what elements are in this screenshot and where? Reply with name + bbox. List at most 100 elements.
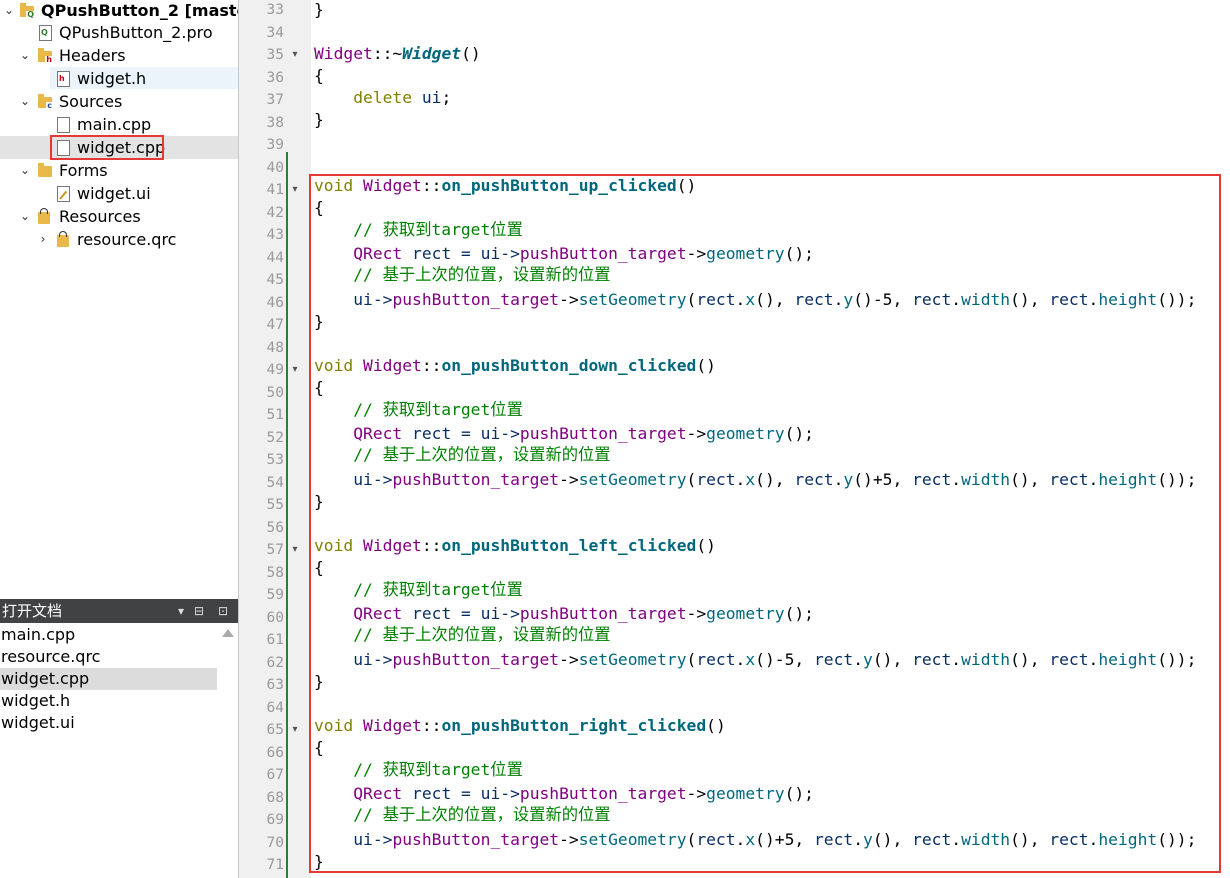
tree-item-project[interactable]: ⌄ Q QPushButton_2 [master] <box>0 0 263 22</box>
header-file-icon: h <box>57 71 70 87</box>
open-doc-item[interactable]: widget.ui <box>0 712 217 734</box>
open-documents-panel: 打开文档 ▾ ⊟ ⊡ main.cpp resource.qrc widget.… <box>0 599 238 878</box>
line-number: 37 <box>266 92 284 108</box>
tree-item-label: resource.qrc <box>77 230 177 249</box>
tree-item-label: Sources <box>59 92 123 111</box>
tree-item-widget-ui[interactable]: widget.ui <box>0 182 238 205</box>
line-number: 55 <box>266 497 284 513</box>
tree-item-sources[interactable]: ⌄ c Sources <box>0 90 238 113</box>
pro-folder-icon: Q <box>20 3 35 19</box>
open-documents-title: 打开文档 <box>2 602 63 620</box>
line-number: 71 <box>266 857 284 873</box>
code-token: } <box>314 0 324 19</box>
tree-item-label: Headers <box>59 46 126 65</box>
project-tree: ⌄ Q QPushButton_2 [master] Q QPushButton… <box>0 0 263 598</box>
chevron-right-icon[interactable]: › <box>36 228 50 251</box>
ui-file-icon <box>57 186 70 202</box>
fold-arrow-icon[interactable]: ▾ <box>290 179 300 201</box>
dropdown-arrow-icon[interactable]: ▾ <box>178 599 184 623</box>
chevron-down-icon[interactable]: ⌄ <box>18 44 32 67</box>
line-number: 60 <box>266 609 284 626</box>
tree-item-label: QPushButton_2 [master] <box>41 1 263 20</box>
open-doc-item[interactable]: resource.qrc <box>0 646 217 668</box>
fold-arrow-icon[interactable]: ▾ <box>290 539 300 561</box>
line-number: 34 <box>266 24 284 41</box>
tree-item-headers[interactable]: ⌄ h Headers <box>0 44 238 67</box>
chevron-down-icon[interactable]: ⌄ <box>18 205 32 228</box>
line-number: 35 <box>266 47 284 63</box>
tree-item-label: widget.h <box>77 69 147 88</box>
line-number: 61 <box>266 632 284 648</box>
line-number: 64 <box>266 699 284 716</box>
line-number: 63 <box>266 677 284 693</box>
headers-folder-icon: h <box>38 48 53 64</box>
code-line: Widget::~Widget() <box>314 43 481 65</box>
line-number: 44 <box>266 249 284 266</box>
line-number: 70 <box>266 834 284 851</box>
line-number: 50 <box>266 384 284 401</box>
tree-item-label: Resources <box>59 207 141 226</box>
line-number: 62 <box>266 654 284 671</box>
chevron-down-icon[interactable]: ⌄ <box>18 159 32 182</box>
line-number: 52 <box>266 429 284 446</box>
tree-item-label: widget.ui <box>77 184 151 203</box>
code-token: { <box>314 66 324 85</box>
open-doc-item[interactable]: widget.h <box>0 690 217 712</box>
open-doc-item[interactable]: main.cpp <box>0 624 217 646</box>
left-panel: ⌄ Q QPushButton_2 [master] Q QPushButton… <box>0 0 263 878</box>
line-number: 38 <box>266 114 284 131</box>
line-number-gutter: 33 34 35 ▾ 36 37 38 39 40 41 ▾ 42 43 44 45 46 47 48 49 ▾ 50 5… <box>239 0 311 878</box>
code-line: { <box>314 65 324 87</box>
qrc-file-icon <box>57 231 69 247</box>
line-number: 53 <box>266 452 284 468</box>
code-token: Widget <box>314 44 373 63</box>
cpp-file-icon <box>57 117 70 133</box>
open-documents-scrollbar[interactable] <box>217 623 238 878</box>
tree-item-label: QPushButton_2.pro <box>59 23 213 42</box>
line-number: 43 <box>266 227 284 243</box>
code-token: ; <box>441 88 452 107</box>
code-line: delete ui; <box>314 87 451 109</box>
line-number: 65 <box>266 722 284 738</box>
forms-folder-icon <box>38 163 52 177</box>
line-number: 54 <box>266 474 284 491</box>
fold-arrow-icon[interactable]: ▾ <box>290 719 300 741</box>
tree-item-main-cpp[interactable]: main.cpp <box>0 113 238 136</box>
chevron-down-icon[interactable]: ⌄ <box>2 0 16 22</box>
line-number: 48 <box>266 339 284 356</box>
tree-item-resources[interactable]: ⌄ Resources <box>0 205 238 228</box>
line-number: 45 <box>266 272 284 288</box>
open-doc-item[interactable]: widget.cpp <box>0 668 217 690</box>
line-number: 33 <box>266 2 284 18</box>
tree-item-pro-file[interactable]: Q QPushButton_2.pro <box>0 21 238 44</box>
code-token: Widget <box>402 44 462 63</box>
tree-item-label: main.cpp <box>77 115 152 134</box>
scroll-up-icon[interactable] <box>222 629 234 637</box>
line-number: 68 <box>266 789 284 806</box>
line-number: 59 <box>266 587 284 603</box>
fold-arrow-icon[interactable]: ▾ <box>290 359 300 381</box>
code-token: ui <box>421 88 442 107</box>
split-icon[interactable]: ⊟ <box>194 599 204 623</box>
code-token: () <box>461 44 481 63</box>
selection-highlight-box <box>50 135 164 160</box>
sources-folder-icon: c <box>38 94 53 110</box>
tree-item-forms[interactable]: ⌄ Forms <box>0 159 238 182</box>
line-number: 41 <box>266 182 284 198</box>
line-number: 40 <box>266 159 284 176</box>
tree-item-resource-qrc[interactable]: › resource.qrc <box>0 228 238 251</box>
code-highlight-box <box>309 174 1221 873</box>
line-number: 39 <box>266 137 284 153</box>
open-documents-header: 打开文档 ▾ ⊟ ⊡ <box>0 599 238 623</box>
code-line: } <box>314 0 324 21</box>
fold-arrow-icon[interactable]: ▾ <box>290 44 300 66</box>
code-line: } <box>314 109 324 131</box>
close-panel-icon[interactable]: ⊡ <box>218 599 228 623</box>
pro-file-icon: Q <box>39 25 52 41</box>
resources-folder-icon <box>38 208 50 224</box>
tree-item-widget-h[interactable]: h widget.h <box>0 67 238 90</box>
line-number: 69 <box>266 812 284 828</box>
chevron-down-icon[interactable]: ⌄ <box>18 90 32 113</box>
line-number: 46 <box>266 294 284 311</box>
tree-item-label: Forms <box>59 161 108 180</box>
